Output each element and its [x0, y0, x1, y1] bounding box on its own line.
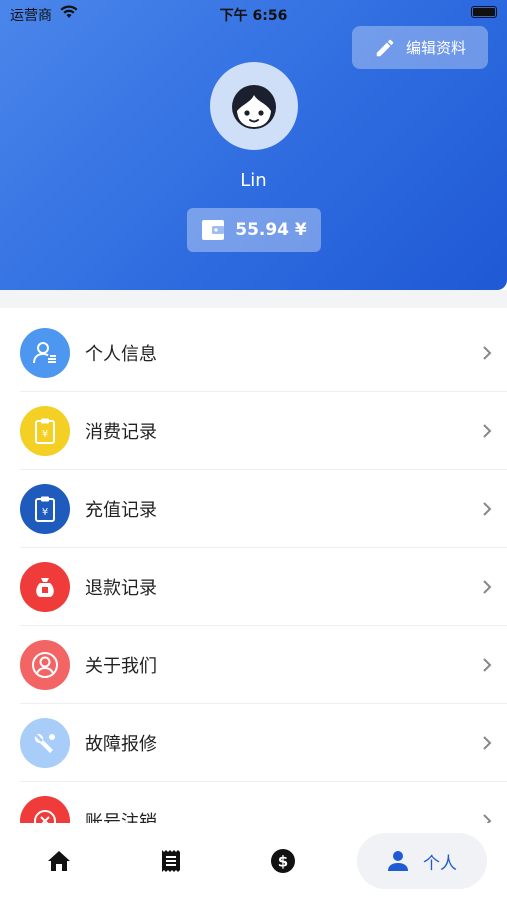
- dollar-icon: $: [271, 849, 295, 873]
- person-icon: [388, 851, 408, 871]
- home-icon: [48, 851, 70, 871]
- avatar[interactable]: [210, 62, 298, 150]
- section-divider: [0, 290, 507, 308]
- status-time: 下午 6:56: [219, 8, 288, 24]
- chevron-right-icon: [467, 345, 507, 361]
- menu-item-recharge-records[interactable]: ¥ 充值记录: [20, 470, 507, 548]
- menu-item-account-cancellation[interactable]: 账号注销: [20, 782, 507, 823]
- balance-badge[interactable]: 55.94 ¥: [187, 208, 321, 252]
- chevron-right-icon: [467, 813, 507, 823]
- tab-orders[interactable]: [146, 833, 196, 889]
- wallet-icon: [202, 220, 225, 240]
- menu-label: 个人信息: [85, 343, 157, 365]
- menu-item-fault-repair[interactable]: 故障报修: [20, 704, 507, 782]
- menu-item-consumption-records[interactable]: ¥ 消费记录: [20, 392, 507, 470]
- battery-icon: [471, 6, 497, 18]
- status-bar: 运营商 下午 6:56: [0, 0, 507, 28]
- menu-item-refund-records[interactable]: 退款记录: [20, 548, 507, 626]
- tab-profile[interactable]: 个人: [357, 833, 487, 889]
- chevron-right-icon: [467, 657, 507, 673]
- recharge-icon: ¥: [20, 483, 70, 534]
- menu-label: 关于我们: [85, 655, 157, 677]
- edit-profile-button[interactable]: 编辑资料: [352, 26, 488, 69]
- tab-home[interactable]: [34, 833, 84, 889]
- wrench-icon: [20, 717, 70, 768]
- menu-label: 充值记录: [85, 499, 157, 521]
- username: Lin: [240, 170, 267, 191]
- receipt-icon: [162, 850, 180, 872]
- menu-list: 个人信息 ¥ 消费记录 ¥ 充值记录 退款记录 关于我们 故障报修 账号注销: [0, 308, 507, 823]
- profile-header: 运营商 下午 6:56 编辑资料 Lin 55.94 ¥: [0, 0, 507, 290]
- money-bag-icon: [20, 561, 70, 612]
- menu-item-personal-info[interactable]: 个人信息: [20, 314, 507, 392]
- edit-profile-label: 编辑资料: [405, 39, 466, 57]
- svg-text:¥: ¥: [42, 507, 48, 518]
- tab-wallet[interactable]: $: [258, 833, 308, 889]
- receipt-icon: ¥: [20, 405, 70, 456]
- balance-amount: 55.94 ¥: [235, 220, 307, 240]
- chevron-right-icon: [467, 501, 507, 517]
- svg-text:$: $: [278, 853, 288, 871]
- menu-item-about-us[interactable]: 关于我们: [20, 626, 507, 704]
- tab-profile-label: 个人: [423, 853, 457, 874]
- menu-label: 退款记录: [85, 577, 157, 599]
- chevron-right-icon: [467, 735, 507, 751]
- bottom-tab-bar: $ 个人: [0, 823, 507, 900]
- menu-label: 账号注销: [85, 811, 157, 824]
- menu-label: 故障报修: [85, 733, 157, 755]
- face-icon: [232, 85, 276, 129]
- svg-text:¥: ¥: [42, 429, 48, 440]
- menu-label: 消费记录: [85, 421, 157, 443]
- chevron-right-icon: [467, 579, 507, 595]
- user-circle-icon: [20, 639, 70, 690]
- chevron-right-icon: [467, 423, 507, 439]
- pencil-icon: [376, 39, 394, 56]
- profile-icon: [20, 327, 70, 378]
- cancel-icon: [20, 795, 70, 823]
